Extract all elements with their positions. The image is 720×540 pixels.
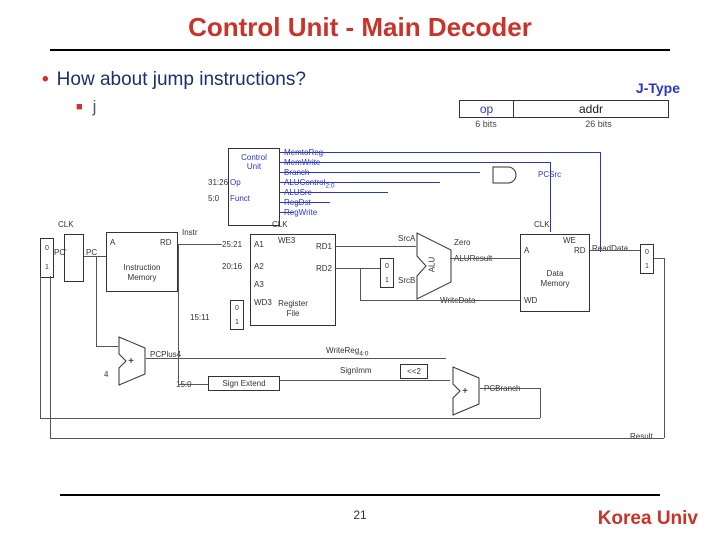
bits-15-11: 15:11 xyxy=(190,313,209,322)
jtype-label: J-Type xyxy=(636,80,680,96)
jtype-table: op addr xyxy=(459,100,669,118)
mux-0: 0 xyxy=(45,245,49,252)
srca-label: SrcA xyxy=(398,234,415,243)
rf-rd1: RD1 xyxy=(316,242,332,251)
shift-left-2: <<2 xyxy=(400,364,428,379)
signimm-label: SignImm xyxy=(340,366,372,375)
adder-pcplus4: + xyxy=(118,336,146,386)
dmem-a: A xyxy=(524,246,529,255)
mux-1: 1 xyxy=(645,263,649,270)
dmem-we: WE xyxy=(563,236,576,245)
readdata-label: ReadData xyxy=(592,244,628,253)
const-4: 4 xyxy=(104,370,108,379)
instr-label: Instr xyxy=(182,228,198,237)
bits-31-26: 31:26 xyxy=(208,178,228,187)
rf-a3: A3 xyxy=(254,280,264,289)
imem-a: A xyxy=(110,238,115,247)
and-gate-icon xyxy=(492,166,524,184)
divider-bottom xyxy=(60,494,660,496)
mux-0: 0 xyxy=(235,305,239,312)
control-unit: Control Unit xyxy=(228,148,280,226)
mux-0: 0 xyxy=(645,249,649,256)
bits-20-16: 20:16 xyxy=(222,262,242,271)
mux-1: 1 xyxy=(385,277,389,284)
dmem-wd: WD xyxy=(524,296,537,305)
datapath-diagram: 0 1 PC' PC CLK Instruction Memory A RD I… xyxy=(40,148,680,458)
bullet-main-text: How about jump instructions? xyxy=(57,69,306,90)
bullet-square-icon: ■ xyxy=(76,101,83,113)
adder-pcbranch: + xyxy=(452,366,480,416)
mux-1: 1 xyxy=(235,319,239,326)
cu-funct: Funct xyxy=(230,194,250,203)
bits-5-0: 5:0 xyxy=(208,194,219,203)
svg-text:+: + xyxy=(128,356,134,367)
bullet-dot-icon: • xyxy=(42,69,49,90)
jtype-op-cell: op xyxy=(460,101,514,118)
jtype-format-box: J-Type op addr 6 bits 26 bits xyxy=(459,82,684,129)
alu-label: ALU xyxy=(427,257,436,273)
footer-brand: Korea Univ xyxy=(598,508,698,530)
bullet-sub-text: j xyxy=(93,97,97,116)
pc-src-mux: 0 1 xyxy=(40,238,54,278)
sign-extend: Sign Extend xyxy=(208,376,280,391)
rf-rd2: RD2 xyxy=(316,264,332,273)
mux-0: 0 xyxy=(385,263,389,270)
jtype-bits-addr: 26 bits xyxy=(513,119,684,129)
bits-25-21: 25:21 xyxy=(222,240,242,249)
writereg-label: WriteReg4:0 xyxy=(326,346,368,358)
srcb-label: SrcB xyxy=(398,276,415,285)
cu-op: Op xyxy=(230,178,241,187)
divider-top xyxy=(50,49,670,51)
jtype-bits-op: 6 bits xyxy=(459,119,513,129)
clk-rf: CLK xyxy=(272,220,288,229)
dmem-rd: RD xyxy=(574,246,586,255)
result-label: Result xyxy=(630,432,653,441)
slide-title: Control Unit - Main Decoder xyxy=(0,0,720,43)
regdst-mux: 0 1 xyxy=(230,300,244,330)
rf-a1: A1 xyxy=(254,240,264,249)
zero-label: Zero xyxy=(454,238,470,247)
rf-wd3: WD3 xyxy=(254,298,272,307)
rf-a2: A2 xyxy=(254,262,264,271)
mux-1: 1 xyxy=(45,264,49,271)
clk-dmem: CLK xyxy=(534,220,550,229)
svg-text:+: + xyxy=(462,386,468,397)
pc-prime-label: PC' xyxy=(54,248,67,257)
page-number: 21 xyxy=(353,508,366,522)
clk-pc: CLK xyxy=(58,220,74,229)
memtoreg-mux: 0 1 xyxy=(640,244,654,274)
rf-we3: WE3 xyxy=(278,236,295,245)
sig-pcsrc: PCSrc xyxy=(538,170,561,179)
pc-register xyxy=(64,234,84,282)
jtype-addr-cell: addr xyxy=(514,101,669,118)
alusrc-mux: 0 1 xyxy=(380,258,394,288)
imem-rd: RD xyxy=(160,238,172,247)
